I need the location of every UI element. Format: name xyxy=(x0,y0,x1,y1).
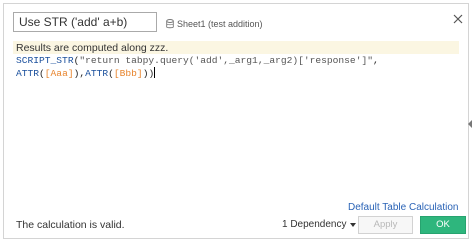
code-punctuation: , xyxy=(372,55,379,66)
calculation-name-field[interactable]: Use STR ('add' a+b) xyxy=(13,12,157,32)
code-punctuation: )) xyxy=(142,68,155,79)
default-table-calculation-link[interactable]: Default Table Calculation xyxy=(348,202,458,213)
function-name: SCRIPT_STR xyxy=(16,55,74,66)
validation-status: The calculation is valid. xyxy=(16,219,125,231)
function-name: ATTR xyxy=(85,68,109,79)
resize-handle-icon[interactable] xyxy=(467,119,473,129)
dependency-dropdown[interactable]: 1 Dependency xyxy=(282,219,356,230)
hint-bar: Results are computed along zzz. xyxy=(13,41,459,54)
close-icon[interactable] xyxy=(452,13,464,25)
field-reference: [Aaa] xyxy=(44,68,74,79)
calculation-dialog: Use STR ('add' a+b) Sheet1 (test additio… xyxy=(3,3,472,239)
code-punctuation: ), xyxy=(73,68,86,79)
formula-editor[interactable]: Results are computed along zzz. SCRIPT_S… xyxy=(13,41,459,197)
apply-button[interactable]: Apply xyxy=(358,216,413,234)
dependency-label: 1 Dependency xyxy=(282,219,347,230)
function-name: ATTR xyxy=(16,68,40,79)
formula-code[interactable]: SCRIPT_STR("return tabpy.query('add',_ar… xyxy=(16,54,459,80)
string-literal: "return tabpy.query('add',_arg1,_arg2)['… xyxy=(79,55,373,66)
sheet-reference-label: Sheet1 (test addition) xyxy=(177,19,263,29)
hint-text: Results are computed along zzz. xyxy=(16,42,169,54)
database-icon xyxy=(166,19,174,29)
sheet-reference: Sheet1 (test addition) xyxy=(166,17,263,31)
ok-button[interactable]: OK xyxy=(420,216,466,234)
text-cursor xyxy=(154,67,156,78)
chevron-down-icon xyxy=(349,222,356,227)
field-reference: [Bbb] xyxy=(113,68,143,79)
